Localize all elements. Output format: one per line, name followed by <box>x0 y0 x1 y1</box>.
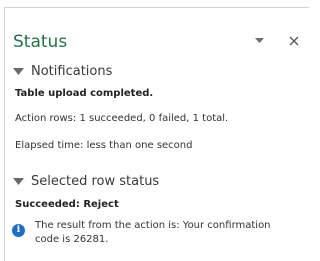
chevron-down-icon <box>254 38 264 43</box>
selected-row-section-header[interactable]: Selected row status <box>13 174 159 190</box>
selected-row-heading: Selected row status <box>31 174 160 189</box>
info-icon: i <box>12 224 25 237</box>
triangle-down-icon <box>13 178 24 185</box>
close-button[interactable] <box>286 33 302 49</box>
close-icon <box>289 36 299 46</box>
notifications-heading: Notifications <box>31 64 113 79</box>
elapsed-time-text: Elapsed time: less than one second <box>15 140 193 151</box>
row-status-text: Succeeded: Reject <box>15 199 119 210</box>
action-rows-text: Action rows: 1 succeeded, 0 failed, 1 to… <box>15 113 229 124</box>
triangle-down-icon <box>13 68 24 75</box>
notifications-section-header[interactable]: Notifications <box>13 64 112 80</box>
result-message: i The result from the action is: Your co… <box>12 219 302 247</box>
status-pane: Status Notifications Table upload comple… <box>4 7 309 261</box>
pane-title: Status <box>13 32 68 52</box>
upload-summary: Table upload completed. <box>15 88 154 99</box>
pane-options-button[interactable] <box>252 35 266 47</box>
pane-titlebar: Status <box>5 8 309 58</box>
result-message-text: The result from the action is: Your conf… <box>35 220 271 245</box>
